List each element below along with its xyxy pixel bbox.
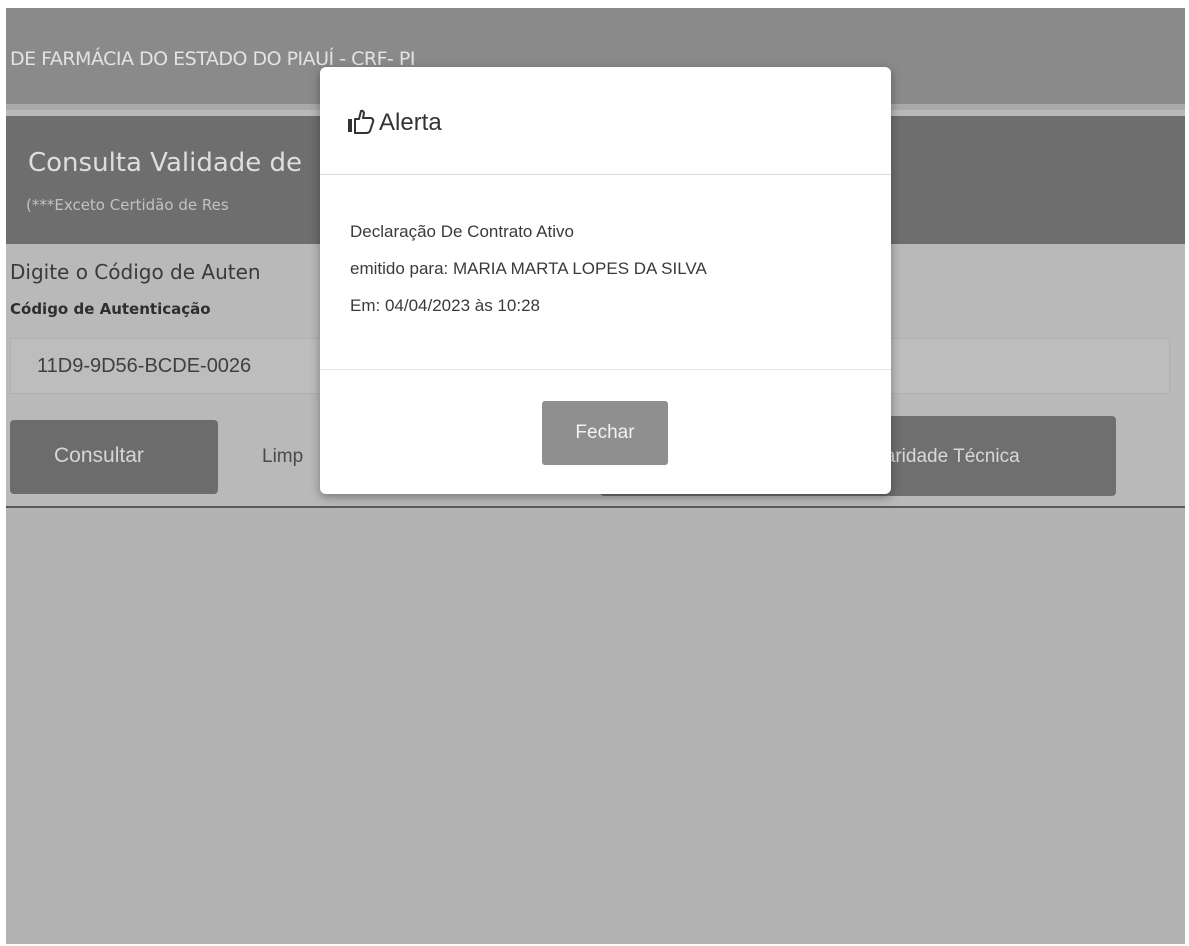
code-prompt: Digite o Código de Auten — [10, 260, 261, 284]
limpar-button[interactable]: Limp — [262, 446, 303, 468]
consultar-button[interactable]: Consultar — [10, 420, 218, 494]
modal-body: Declaração De Contrato Ativo emitido par… — [350, 213, 707, 324]
modal-line-issued-to: emitido para: MARIA MARTA LOPES DA SILVA — [350, 259, 707, 278]
modal-line-document: Declaração De Contrato Ativo — [350, 222, 574, 241]
modal-footer-divider — [320, 369, 891, 370]
modal-title: Alerta — [379, 109, 442, 136]
consulta-subtitle: (***Exceto Certidão de Res — [26, 196, 229, 214]
alert-modal: Alerta Declaração De Contrato Ativo emit… — [320, 67, 891, 494]
thumbs-up-icon — [346, 107, 376, 137]
modal-line-date: Em: 04/04/2023 às 10:28 — [350, 296, 540, 315]
consulta-title: Consulta Validade de — [28, 148, 303, 178]
code-field-label: Código de Autenticação — [10, 300, 211, 318]
modal-header: Alerta — [320, 67, 891, 175]
results-area — [6, 508, 1185, 944]
fechar-button[interactable]: Fechar — [542, 401, 668, 465]
